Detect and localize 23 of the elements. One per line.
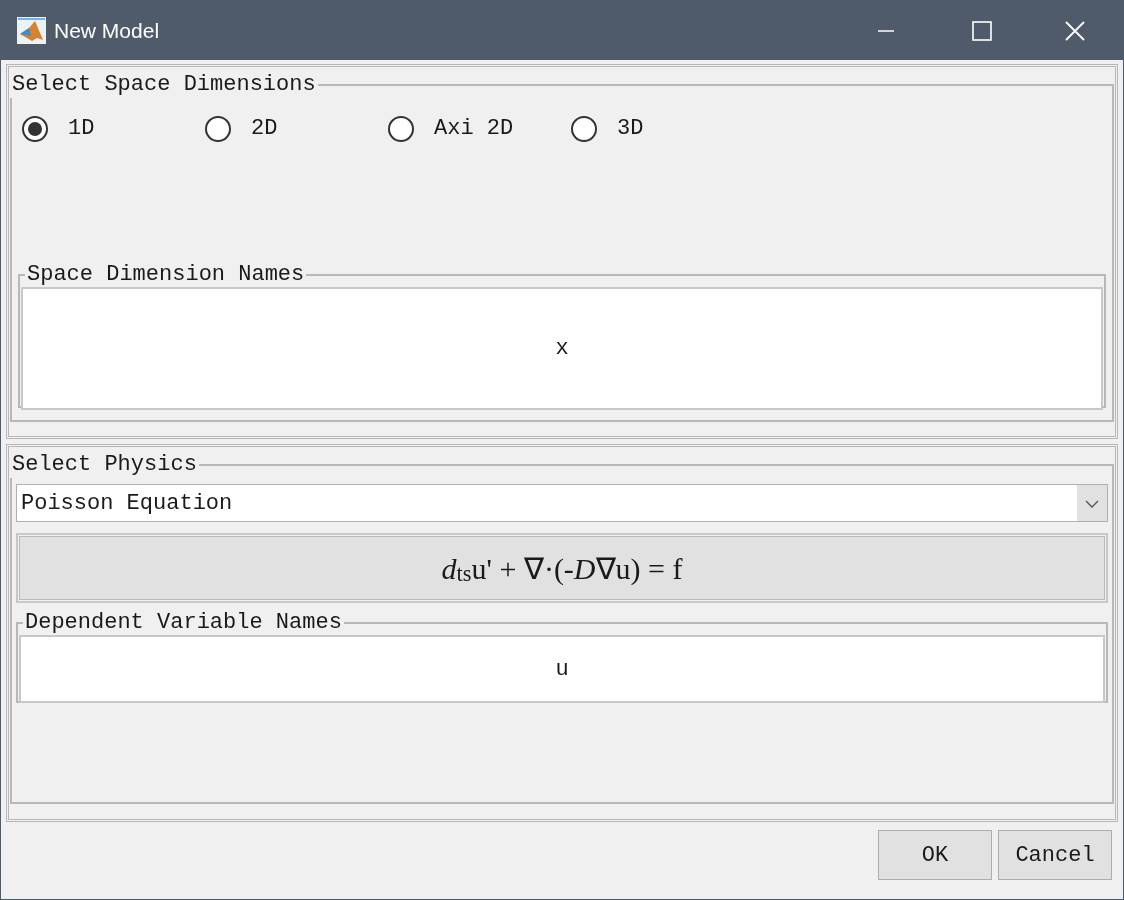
group-title: Dependent Variable Names [24,611,343,635]
input-field[interactable]: x [21,287,1103,410]
radio-button[interactable] [571,115,597,142]
maximize-icon[interactable] [972,20,992,41]
close-icon[interactable] [1065,20,1085,41]
window-title: New Model [54,17,160,44]
app-icon [17,17,46,44]
equation-display: d$_{ts}$u' + ∇·(-D∇u) = f [19,536,1105,600]
group-title: Select Physics [11,452,198,478]
chevron-down-icon [1077,485,1107,521]
group-title: Space Dimension Names [26,263,306,287]
radio-label: 3D [617,115,644,143]
input-field[interactable]: u [19,635,1105,703]
group-title: Select Space Dimensions [11,72,317,98]
radio-label: Axi 2D [434,115,514,143]
radio-button[interactable] [22,115,48,142]
radio-label: 2D [251,115,278,143]
dialog-button[interactable]: Cancel [998,830,1112,880]
radio-button[interactable] [388,115,414,142]
radio-button[interactable] [205,115,231,142]
physics-dropdown[interactable]: Poisson Equation [16,484,1108,522]
radio-label: 1D [68,115,95,143]
dialog-button[interactable]: OK [878,830,992,880]
